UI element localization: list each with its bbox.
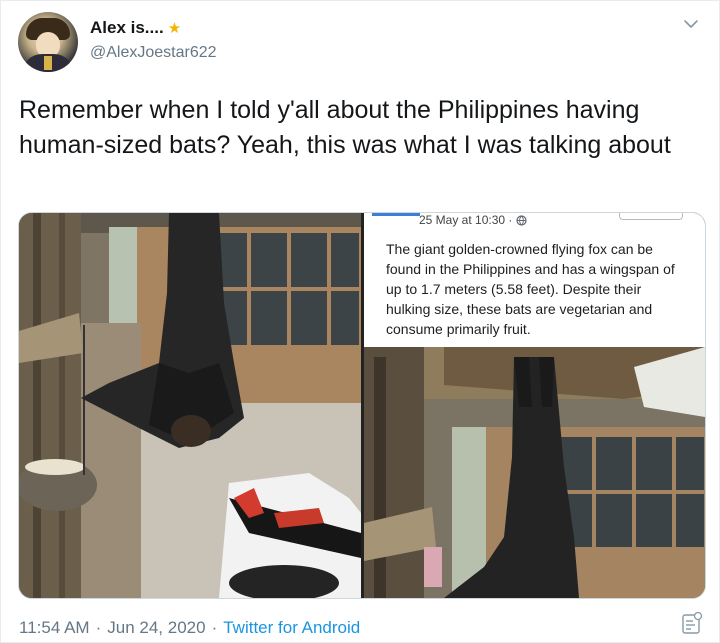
tweet-text: Remember when I told y'all about the Phi… bbox=[19, 96, 671, 159]
bat-photo-left[interactable] bbox=[19, 213, 361, 598]
tweet-card: Alex is.... ★ @AlexJoestar622 Remember w… bbox=[0, 0, 720, 643]
chevron-down-icon[interactable] bbox=[682, 15, 700, 33]
author-display-name[interactable]: Alex is.... bbox=[90, 18, 164, 38]
bat-photo-right-illustration bbox=[364, 347, 705, 598]
globe-icon bbox=[516, 214, 527, 226]
post-caption-text: The giant golden-crowned flying fox can … bbox=[386, 241, 675, 337]
bat-photo-left-illustration bbox=[19, 213, 361, 598]
bat-photo-right[interactable] bbox=[364, 347, 705, 598]
tweet-date[interactable]: Jun 24, 2020 bbox=[107, 618, 205, 638]
tweet-source-link[interactable]: Twitter for Android bbox=[223, 618, 360, 638]
post-date-text: 25 May at 10:30 · bbox=[419, 213, 513, 227]
analytics-icon[interactable] bbox=[681, 611, 703, 635]
avatar[interactable] bbox=[18, 12, 78, 72]
author-handle[interactable]: @AlexJoestar622 bbox=[90, 44, 217, 62]
avatar-accent bbox=[44, 56, 52, 70]
author-name-row[interactable]: Alex is.... ★ bbox=[90, 18, 181, 38]
tweet-footer: 11:54 AM · Jun 24, 2020 · Twitter for An… bbox=[19, 618, 360, 638]
caption-frame-edge bbox=[619, 213, 683, 220]
post-date: 25 May at 10:30 · bbox=[419, 213, 527, 227]
media-grid[interactable]: 25 May at 10:30 · The giant golden-crown… bbox=[18, 212, 706, 599]
caption-accent-line bbox=[372, 213, 420, 216]
tweet-time[interactable]: 11:54 AM bbox=[19, 618, 90, 638]
footer-separator: · bbox=[211, 618, 218, 637]
star-emoji-icon: ★ bbox=[167, 19, 182, 37]
facebook-post-screenshot[interactable]: 25 May at 10:30 · The giant golden-crown… bbox=[364, 213, 705, 598]
footer-separator: · bbox=[95, 618, 102, 637]
post-caption-box: 25 May at 10:30 · The giant golden-crown… bbox=[364, 213, 705, 347]
